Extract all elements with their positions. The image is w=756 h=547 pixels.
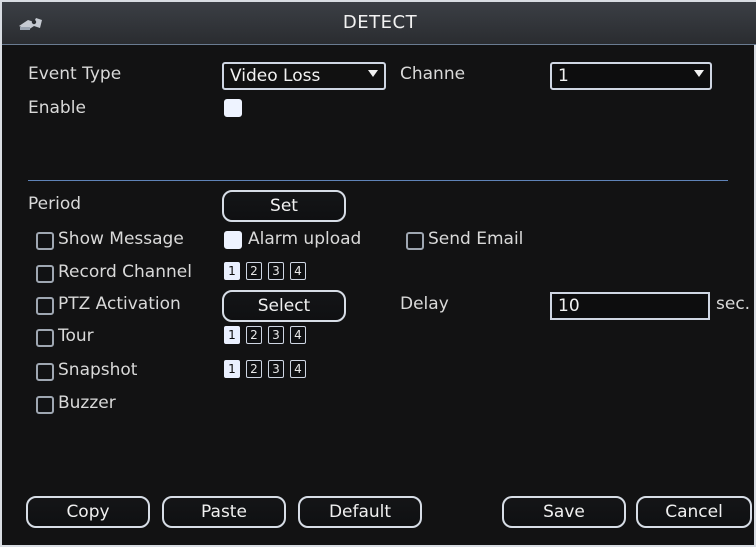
detect-window: DETECT Event Type Video Loss Channe 1 En… — [0, 0, 756, 547]
event-type-label: Event Type — [28, 64, 122, 84]
window-title: DETECT — [342, 12, 418, 33]
record-channel-chip-4[interactable]: 4 — [290, 262, 306, 280]
tour-chip-2[interactable]: 2 — [246, 326, 262, 344]
snapshot-chips: 1 2 3 4 — [224, 360, 306, 378]
section-divider — [28, 180, 728, 181]
alarm-upload-label: Alarm upload — [248, 229, 362, 249]
snapshot-label: Snapshot — [58, 360, 138, 380]
snapshot-checkbox[interactable] — [36, 363, 54, 381]
ptz-activation-checkbox[interactable] — [36, 297, 54, 315]
send-email-checkbox[interactable] — [406, 232, 424, 250]
tour-chip-1[interactable]: 1 — [224, 326, 240, 344]
event-type-select[interactable]: Video Loss — [222, 62, 386, 90]
copy-button[interactable]: Copy — [26, 496, 150, 528]
delay-input[interactable]: 10 — [550, 292, 710, 320]
channel-value: 1 — [558, 66, 569, 86]
snapshot-chip-4[interactable]: 4 — [290, 360, 306, 378]
period-set-button[interactable]: Set — [222, 190, 346, 222]
paste-button[interactable]: Paste — [162, 496, 286, 528]
cancel-button[interactable]: Cancel — [636, 496, 752, 528]
default-button[interactable]: Default — [298, 496, 422, 528]
record-channel-chips: 1 2 3 4 — [224, 262, 306, 280]
show-message-checkbox[interactable] — [36, 232, 54, 250]
enable-label: Enable — [28, 98, 86, 118]
tour-chips: 1 2 3 4 — [224, 326, 306, 344]
record-channel-chip-3[interactable]: 3 — [268, 262, 284, 280]
record-channel-label: Record Channel — [58, 262, 192, 282]
snapshot-chip-3[interactable]: 3 — [268, 360, 284, 378]
record-channel-checkbox[interactable] — [36, 265, 54, 283]
tour-chip-3[interactable]: 3 — [268, 326, 284, 344]
ptz-activation-label: PTZ Activation — [58, 294, 181, 314]
channel-select[interactable]: 1 — [550, 62, 712, 90]
record-channel-chip-2[interactable]: 2 — [246, 262, 262, 280]
ptz-select-button[interactable]: Select — [222, 290, 346, 322]
buzzer-label: Buzzer — [58, 393, 116, 413]
buzzer-checkbox[interactable] — [36, 396, 54, 414]
send-email-label: Send Email — [428, 229, 524, 249]
delay-unit: sec. — [716, 294, 751, 314]
title-bar: DETECT — [2, 2, 756, 45]
snapshot-chip-2[interactable]: 2 — [246, 360, 262, 378]
snapshot-chip-1[interactable]: 1 — [224, 360, 240, 378]
show-message-label: Show Message — [58, 229, 184, 249]
channel-label: Channe — [400, 64, 466, 84]
tour-label: Tour — [58, 326, 94, 346]
delay-label: Delay — [400, 294, 449, 314]
period-label: Period — [28, 194, 82, 214]
save-button[interactable]: Save — [502, 496, 626, 528]
tour-checkbox[interactable] — [36, 329, 54, 347]
alarm-upload-checkbox[interactable] — [224, 231, 242, 249]
tour-chip-4[interactable]: 4 — [290, 326, 306, 344]
chevron-down-icon — [368, 70, 378, 77]
chevron-down-icon — [694, 70, 704, 77]
enable-checkbox[interactable] — [224, 99, 242, 117]
record-channel-chip-1[interactable]: 1 — [224, 262, 240, 280]
event-type-value: Video Loss — [230, 66, 321, 86]
